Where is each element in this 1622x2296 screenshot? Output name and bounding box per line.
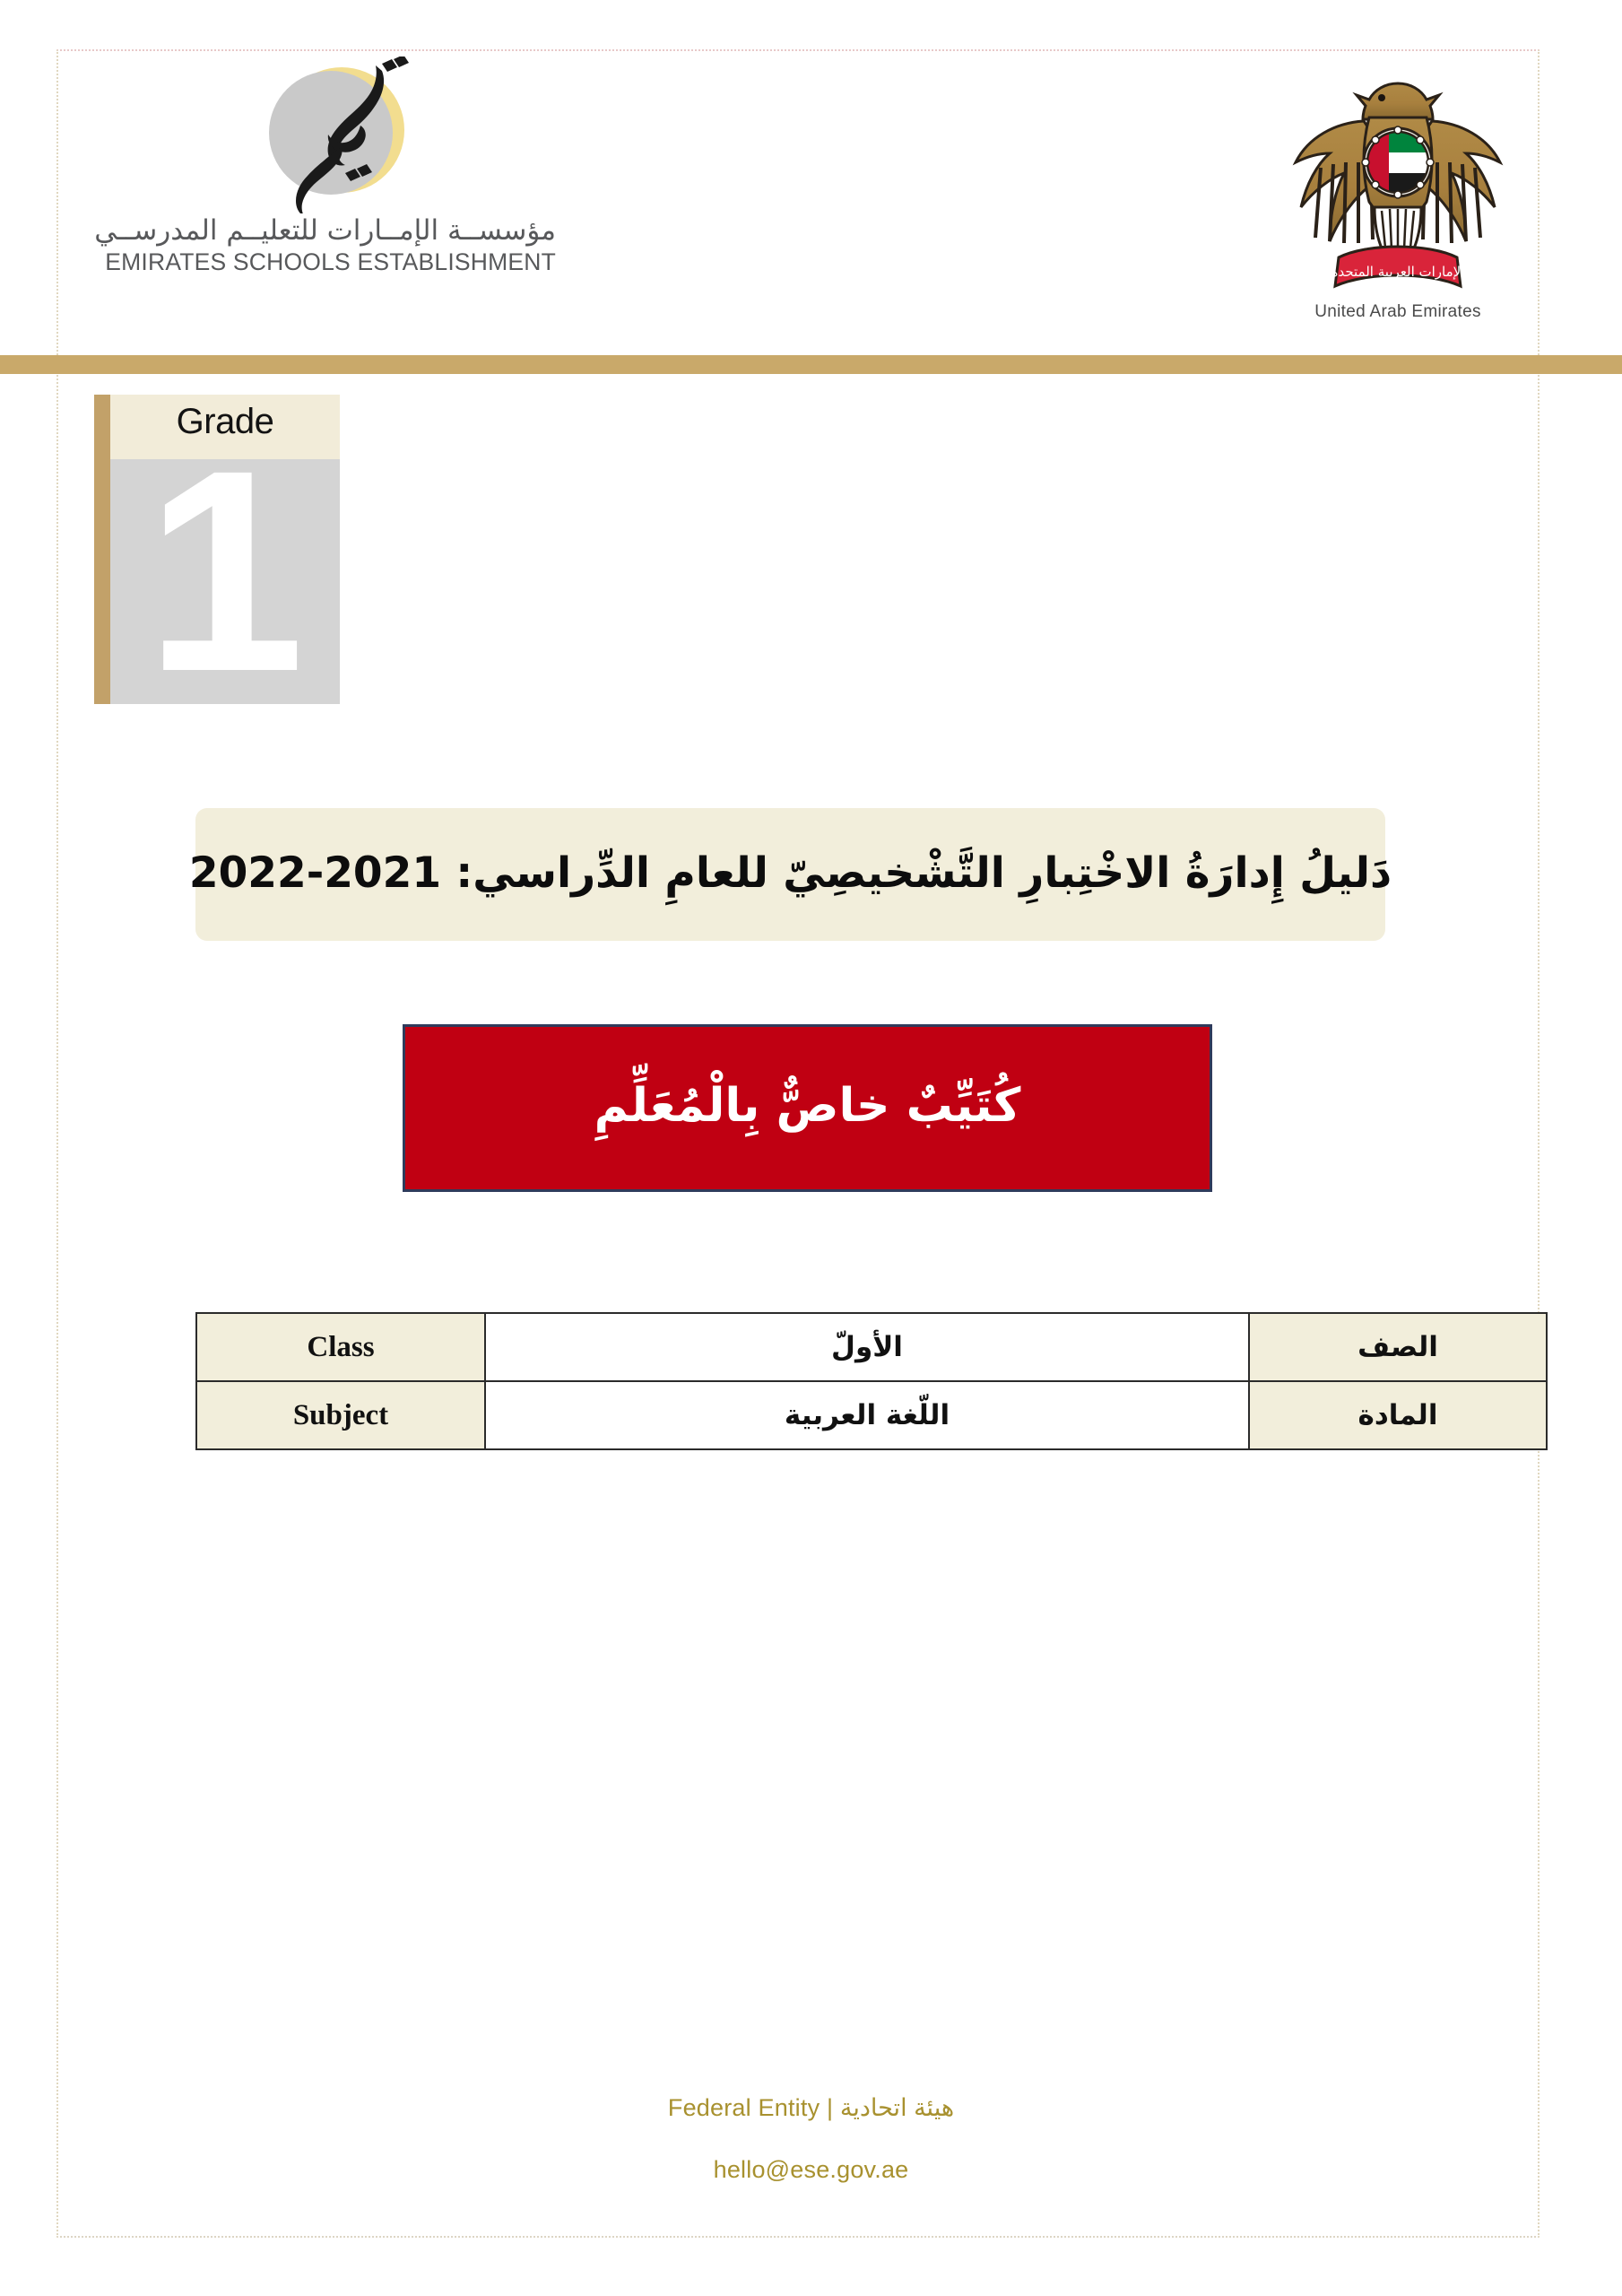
uae-emblem-caption: United Arab Emirates [1314,302,1481,321]
grade-badge-body: 1 [110,427,340,714]
title-banner: دَليلُ إِدارَةُ الاخْتِبارِ التَّشْخيصِي… [189,808,1392,941]
header-divider-bar [0,355,1622,374]
footer-email[interactable]: hello@ese.gov.ae [0,2156,1622,2184]
uae-falcon-icon: الإمارات العربية المتحدة [1292,82,1504,289]
document-page: مؤسســة الإمــارات للتعليــم المدرســي E… [0,0,1622,2296]
info-table: Class الأولّ الصف Subject اللّغة العربية… [195,1312,1548,1450]
page-header: مؤسســة الإمــارات للتعليــم المدرســي E… [0,49,1622,359]
taleem-calligraphy-icon [296,57,409,213]
grade-number: 1 [145,410,305,731]
ese-english-name: EMIRATES SCHOOLS ESTABLISHMENT [105,248,556,275]
table-row: Class الأولّ الصف [195,1312,1548,1382]
document-title: دَليلُ إِدارَةُ الاخْتِبارِ التَّشْخيصِي… [188,848,1392,898]
page-footer: Federal Entity | هيئة اتحادية hello@ese.… [0,2094,1622,2184]
teacher-booklet-label: كُتَيِّبٌ خاصٌّ بِالْمُعَلِّمِ [594,1078,1021,1133]
subject-value: اللّغة العربية [484,1380,1250,1450]
subject-english-label: Subject [195,1380,486,1450]
uae-scroll-text: الإمارات العربية المتحدة [1331,264,1465,280]
subject-arabic-label: المادة [1248,1380,1548,1450]
ese-arabic-name: مؤسســة الإمــارات للتعليــم المدرســي [94,214,556,247]
grade-badge: Grade 1 [94,395,340,714]
class-english-label: Class [195,1312,486,1382]
uae-emblem: الإمارات العربية المتحدة United Arab Emi… [1281,58,1514,354]
class-arabic-label: الصف [1248,1312,1548,1382]
grade-badge-spine [94,395,110,704]
ese-logo: مؤسســة الإمــارات للتعليــم المدرســي E… [90,49,610,359]
footer-entity: Federal Entity | هيئة اتحادية [667,2094,955,2121]
teacher-booklet-banner: كُتَيِّبٌ خاصٌّ بِالْمُعَلِّمِ [403,1024,1212,1192]
class-value: الأولّ [484,1312,1250,1382]
table-row: Subject اللّغة العربية المادة [195,1380,1548,1450]
ese-wordmark: مؤسســة الإمــارات للتعليــم المدرســي E… [90,214,610,276]
taleem-logo-icon [256,57,412,213]
